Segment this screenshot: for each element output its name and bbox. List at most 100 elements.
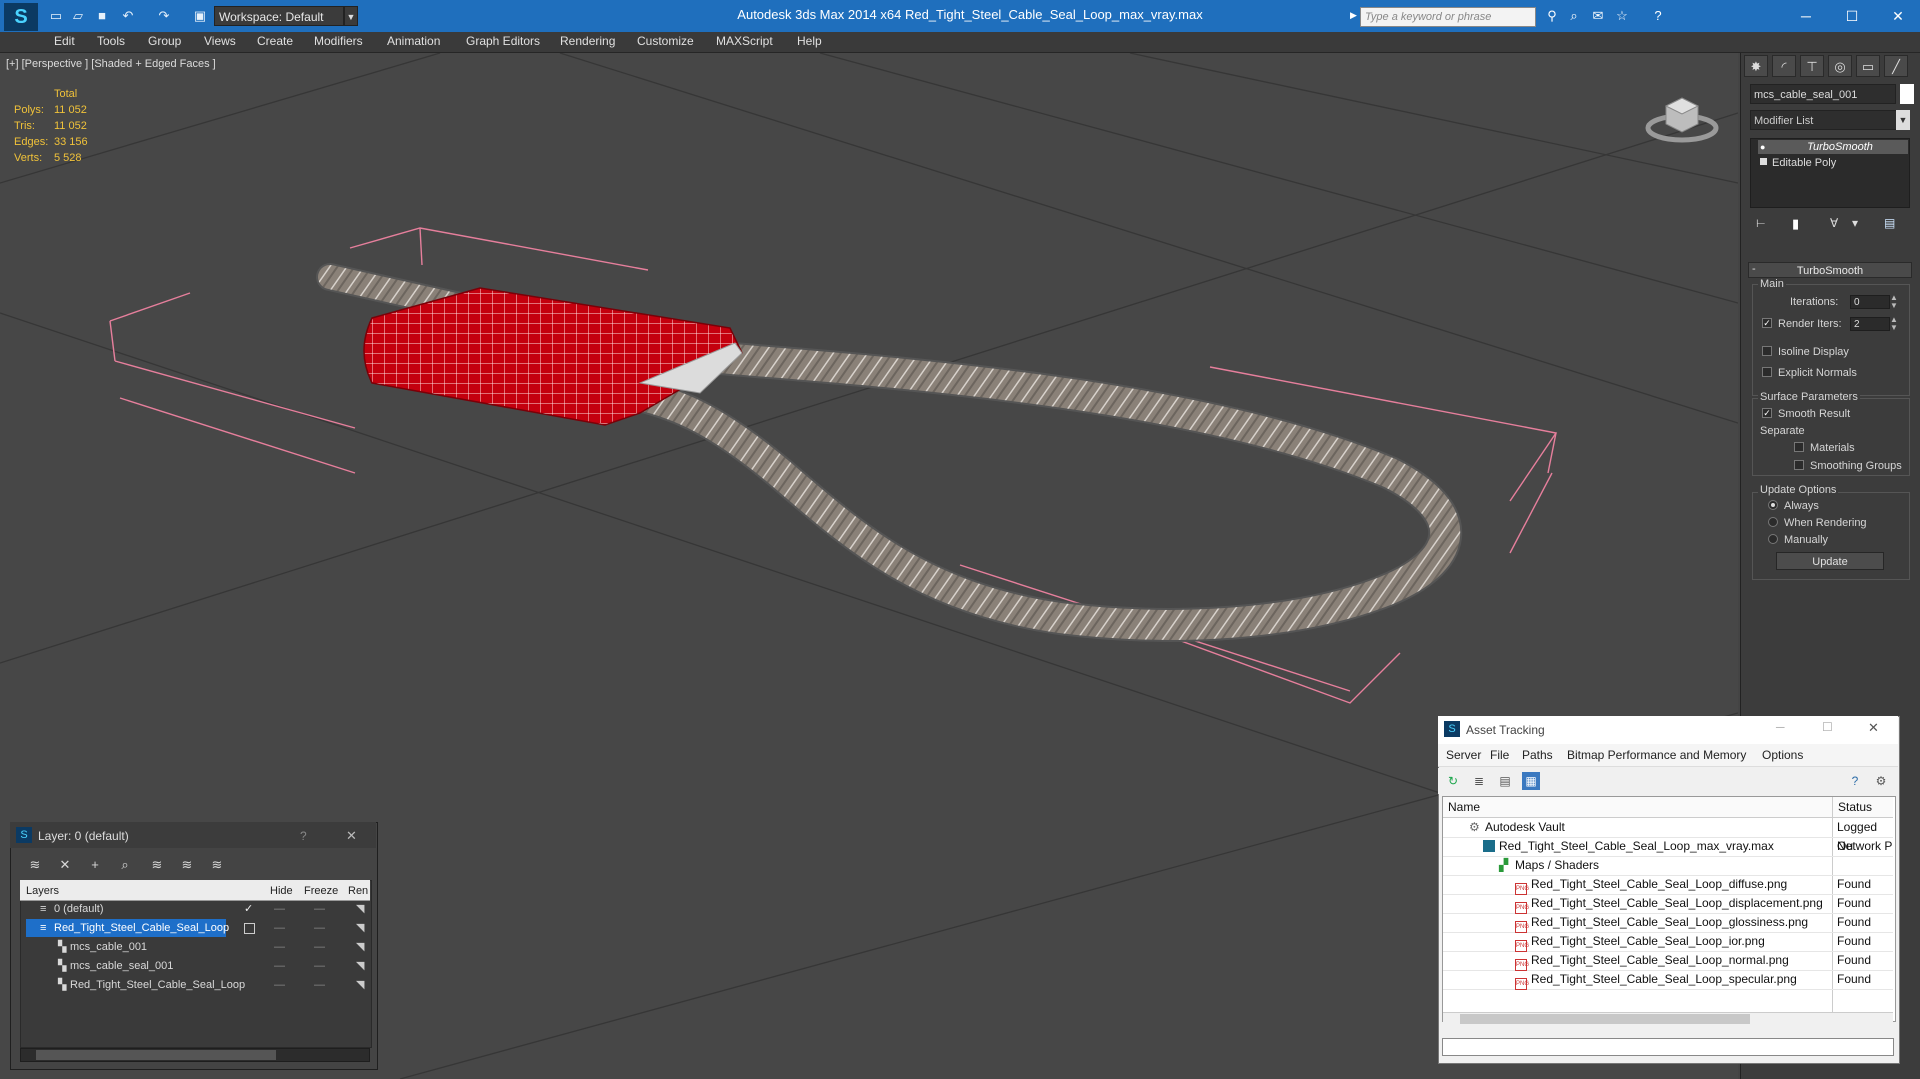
update-when-rendering-radio[interactable] [1768,517,1778,527]
asset-row[interactable]: ⚙ Autodesk Vault Logged Ou [1443,818,1893,853]
app-logo-icon[interactable]: S [4,3,38,31]
menu-modifiers[interactable]: Modifiers [314,34,363,48]
stack-expand-icon[interactable] [1760,158,1767,165]
turbosmooth-rollout-header[interactable]: TurboSmooth [1748,262,1912,278]
freeze-all-layers-icon[interactable]: ≋ [208,856,226,874]
chevron-down-icon[interactable]: ▼ [344,6,358,26]
spinner-arrows-icon[interactable]: ▲ ▼ [1890,294,1898,310]
hide-toggle-icon[interactable]: — [274,957,285,975]
new-file-icon[interactable]: ▭ [48,8,64,24]
search-input[interactable]: Type a keyword or phrase [1360,7,1536,27]
freeze-toggle-icon[interactable]: — [314,938,325,956]
column-name[interactable]: Name [1448,800,1480,814]
details-view-icon[interactable]: ▤ [1496,772,1514,790]
menu-edit[interactable]: Edit [54,34,75,48]
smooth-result-checkbox[interactable]: ✓ [1762,408,1772,418]
collapse-icon[interactable]: - [1752,263,1756,275]
stack-item-turbosmooth[interactable]: TurboSmooth [1758,140,1908,154]
hide-all-layers-icon[interactable]: ≋ [178,856,196,874]
explicit-normals-checkbox[interactable] [1762,367,1772,377]
update-always-radio[interactable] [1768,500,1778,510]
render-iters-spinner[interactable]: 2 [1850,317,1890,331]
render-iters-checkbox[interactable]: ✓ [1762,318,1772,328]
asset-path-field[interactable] [1442,1038,1894,1056]
asset-menu-bitmap-performance[interactable]: Bitmap Performance and Memory [1567,748,1746,762]
column-freeze[interactable]: Freeze [304,885,338,897]
viewcube-icon[interactable] [1642,88,1722,148]
render-toggle-icon[interactable]: ◥ [356,938,364,956]
lightbulb-icon[interactable]: ● [1760,142,1765,152]
menu-graph-editors[interactable]: Graph Editors [466,34,540,48]
select-objects-icon[interactable]: ⌕ [116,856,134,874]
asset-row[interactable]: Red_Tight_Steel_Cable_Seal_Loop_max_vray… [1443,837,1893,857]
remove-modifier-icon[interactable]: ▾ [1852,216,1858,230]
object-color-swatch[interactable] [1900,84,1914,104]
menu-maxscript[interactable]: MAXScript [716,34,773,48]
current-layer-box-icon[interactable] [244,923,255,934]
make-unique-icon[interactable]: ∀ [1830,216,1838,230]
asset-menu-server[interactable]: Server [1446,748,1481,762]
viewport-label-menu[interactable]: [+] [Perspective ] [Shaded + Edged Faces… [6,58,216,70]
add-to-layer-icon[interactable]: + [86,856,104,874]
modify-tab-icon[interactable]: ◜ [1772,55,1796,77]
maximize-icon[interactable]: ☐ [1822,720,1833,734]
settings-icon[interactable]: ⚙ [1872,772,1890,790]
scrollbar-thumb[interactable] [36,1050,276,1060]
search-icon[interactable]: ⌕ [1566,8,1582,24]
list-view-icon[interactable]: ≣ [1470,772,1488,790]
close-icon[interactable]: ✕ [346,828,357,844]
menu-rendering[interactable]: Rendering [560,34,615,48]
asset-row[interactable]: PNG Red_Tight_Steel_Cable_Seal_Loop_diff… [1443,875,1893,895]
delete-layer-icon[interactable]: ✕ [56,856,74,874]
freeze-toggle-icon[interactable]: — [314,976,325,994]
menu-customize[interactable]: Customize [637,34,694,48]
layer-row[interactable]: ≡ 0 (default) ✓ — — ◥ [22,900,368,918]
asset-menu-file[interactable]: File [1490,748,1509,762]
asset-menu-paths[interactable]: Paths [1522,748,1553,762]
pin-stack-icon[interactable]: ⊢ [1756,217,1766,230]
freeze-toggle-icon[interactable]: — [314,900,325,918]
menu-create[interactable]: Create [257,34,293,48]
modifier-list-dropdown[interactable]: Modifier List [1750,110,1908,130]
workspace-select[interactable]: Workspace: Default [214,6,344,26]
stack-item-editable-poly[interactable]: Editable Poly [1758,156,1908,170]
create-tab-icon[interactable]: ✸ [1744,55,1768,77]
help-icon[interactable]: ? [1650,8,1666,24]
minimize-icon[interactable]: ─ [1776,720,1785,734]
maximize-icon[interactable]: ☐ [1832,4,1872,28]
isoline-display-checkbox[interactable] [1762,346,1772,356]
refresh-icon[interactable]: ↻ [1444,772,1462,790]
object-name-field[interactable]: mcs_cable_seal_001 [1750,84,1896,104]
separate-smoothing-groups-checkbox[interactable] [1794,460,1804,470]
project-folder-icon[interactable]: ▣ [192,8,208,24]
hide-toggle-icon[interactable]: — [274,938,285,956]
iterations-spinner[interactable]: 0 [1850,295,1890,309]
asset-row[interactable]: PNG Red_Tight_Steel_Cable_Seal_Loop_glos… [1443,913,1893,933]
layer-row[interactable]: ≡ Red_Tight_Steel_Cable_Seal_Loop — — ◥ [22,919,368,937]
freeze-toggle-icon[interactable]: — [314,919,325,937]
help-icon[interactable]: ? [1846,772,1864,790]
menu-views[interactable]: Views [204,34,236,48]
spinner-arrows-icon[interactable]: ▲ ▼ [1890,316,1898,332]
play-arrow-icon[interactable]: ▶ [1350,10,1357,21]
motion-tab-icon[interactable]: ◎ [1828,55,1852,77]
configure-modifier-sets-icon[interactable]: ▤ [1884,216,1895,230]
close-icon[interactable]: ✕ [1878,4,1918,28]
menu-tools[interactable]: Tools [97,34,125,48]
asset-row[interactable]: PNG Red_Tight_Steel_Cable_Seal_Loop_disp… [1443,894,1893,914]
layer-row[interactable]: ▚ Red_Tight_Steel_Cable_Seal_Loop — — ◥ [22,976,368,994]
highlight-selected-icon[interactable]: ≋ [148,856,166,874]
help-icon[interactable]: ? [300,829,307,843]
chevron-down-icon[interactable]: ▼ [1896,110,1910,130]
column-hide[interactable]: Hide [270,885,293,897]
render-toggle-icon[interactable]: ◥ [356,900,364,918]
hide-toggle-icon[interactable]: — [274,900,285,918]
redo-icon[interactable]: ↷ [156,8,172,24]
layer-row[interactable]: ▚ mcs_cable_seal_001 — — ◥ [22,957,368,975]
save-icon[interactable]: ■ [94,8,110,24]
favorites-star-icon[interactable]: ☆ [1614,8,1630,24]
hierarchy-tab-icon[interactable]: ⊤ [1800,55,1824,77]
menu-help[interactable]: Help [797,34,822,48]
asset-row[interactable]: PNG Red_Tight_Steel_Cable_Seal_Loop_spec… [1443,970,1893,990]
column-status[interactable]: Status [1838,800,1872,814]
